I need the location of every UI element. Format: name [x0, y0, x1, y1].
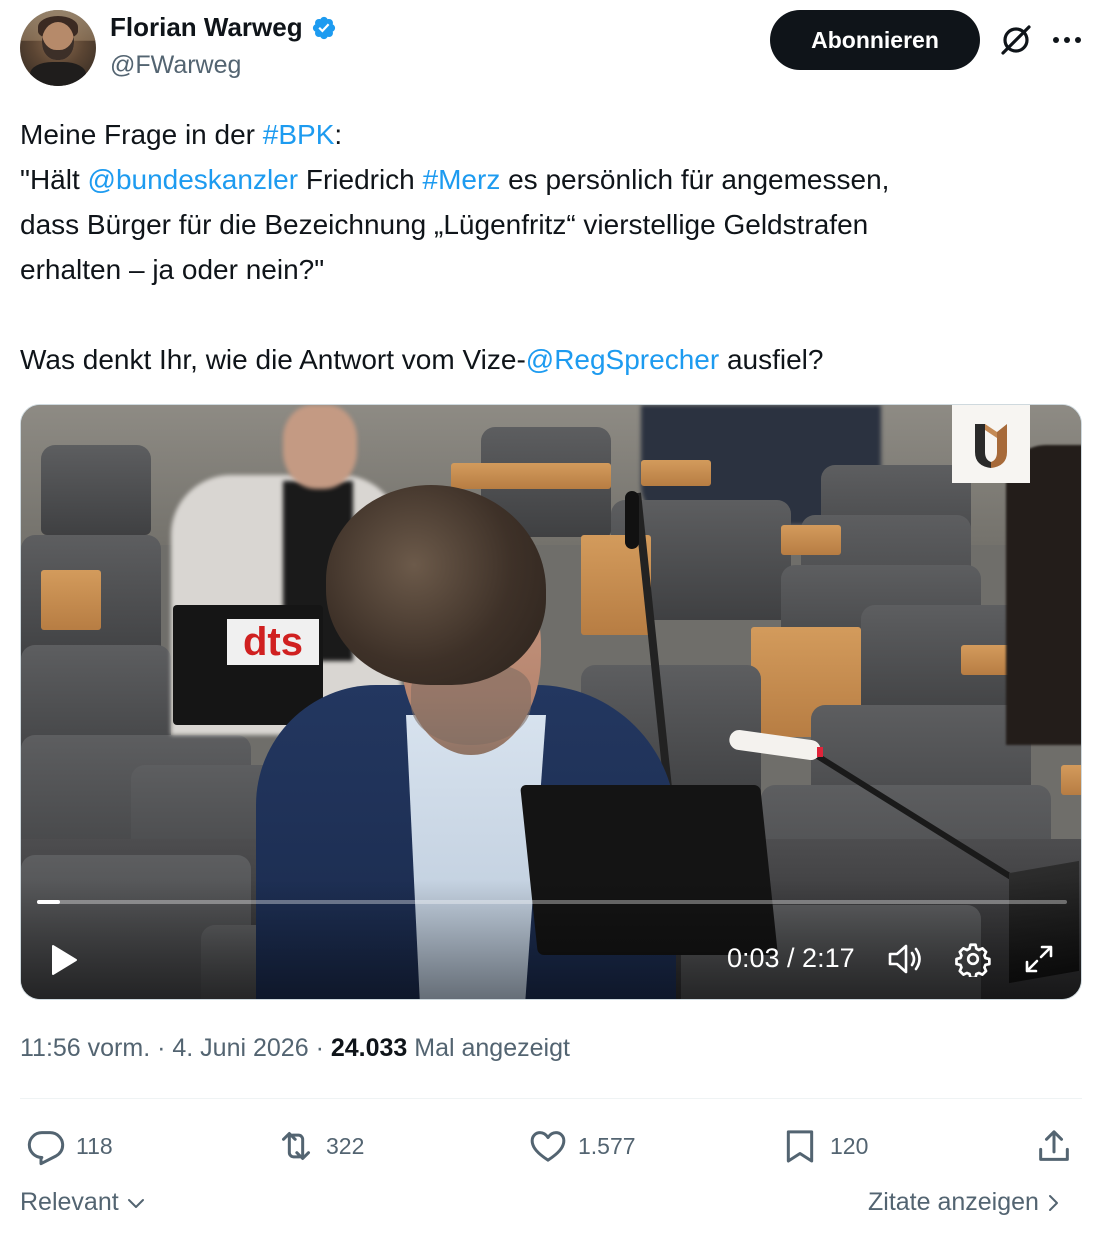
tweet-line: dass Bürger für die Bezeichnung „Lügenfr… [20, 209, 869, 240]
like-count: 1.577 [578, 1132, 636, 1159]
repost-button[interactable]: 322 [276, 1124, 364, 1168]
video-player[interactable]: dts 0:03 / 2:17 [20, 404, 1082, 1000]
more-options-icon[interactable] [1050, 26, 1084, 54]
mention-bundeskanzler[interactable]: @bundeskanzler [88, 164, 299, 195]
video-progress-bar[interactable] [37, 900, 1067, 904]
play-icon[interactable] [49, 943, 79, 977]
author-block: Florian Warweg @FWarweg [110, 12, 337, 80]
chevron-down-icon [127, 1199, 144, 1209]
tweet-date[interactable]: 4. Juni 2026 [172, 1034, 308, 1062]
tweet-time[interactable]: 11:56 vorm. [20, 1034, 150, 1062]
verified-badge-icon [312, 16, 336, 39]
bookmark-button[interactable]: 120 [780, 1124, 868, 1168]
share-button[interactable] [1034, 1124, 1074, 1168]
tweet-line: "Hält @bundeskanzler Friedrich #Merz es … [20, 164, 890, 195]
author-handle[interactable]: @FWarweg [110, 51, 337, 80]
reply-button[interactable]: 118 [26, 1124, 113, 1168]
fullscreen-icon[interactable] [1023, 943, 1055, 975]
tweet-line: Was denkt Ihr, wie die Antwort vom Vize-… [20, 344, 824, 375]
heart-icon [530, 1131, 566, 1162]
like-button[interactable]: 1.577 [528, 1124, 636, 1168]
settings-gear-icon[interactable] [955, 941, 991, 977]
grok-icon[interactable] [998, 22, 1034, 58]
tweet-meta: 11:56 vorm. · 4. Juni 2026 · 24.033 Mal … [20, 1034, 570, 1062]
repost-icon [282, 1132, 310, 1160]
mention-regsprecher[interactable]: @RegSprecher [526, 344, 719, 375]
views-count: 24.033 [330, 1034, 408, 1062]
channel-logo-icon [975, 424, 1007, 468]
views-label: Mal angezeigt [414, 1034, 570, 1062]
bookmark-icon [786, 1130, 814, 1163]
reply-sort-label: Relevant [20, 1188, 119, 1216]
reply-count: 118 [76, 1132, 113, 1159]
video-progress-fill [37, 900, 60, 904]
reply-sort-dropdown[interactable]: Relevant [20, 1188, 146, 1217]
view-quotes-label: Zitate anzeigen [868, 1188, 1039, 1216]
tweet-line: erhalten – ja oder nein?" [20, 254, 325, 285]
share-icon [1039, 1130, 1069, 1161]
chevron-right-icon [1048, 1195, 1058, 1212]
tweet-line: Meine Frage in der #BPK: [20, 119, 343, 150]
tweet-header: Florian Warweg @FWarweg Abonnieren [20, 10, 1084, 86]
divider [20, 1098, 1082, 1099]
follow-button[interactable]: Abonnieren [770, 10, 980, 70]
channel-logo [952, 405, 1030, 483]
hashtag-bpk[interactable]: #BPK [263, 119, 335, 150]
bookmark-count: 120 [830, 1132, 869, 1159]
video-time: 0:03 / 2:17 [727, 943, 855, 973]
reply-icon [27, 1131, 65, 1166]
author-display-name[interactable]: Florian Warweg [110, 12, 303, 43]
hashtag-merz[interactable]: #Merz [423, 164, 501, 195]
volume-icon[interactable] [887, 942, 925, 976]
repost-count: 322 [326, 1132, 365, 1159]
avatar[interactable] [20, 10, 96, 86]
tweet-text: Meine Frage in der #BPK: "Hält @bundeska… [20, 112, 1084, 382]
view-quotes-link[interactable]: Zitate anzeigen [868, 1188, 1060, 1217]
